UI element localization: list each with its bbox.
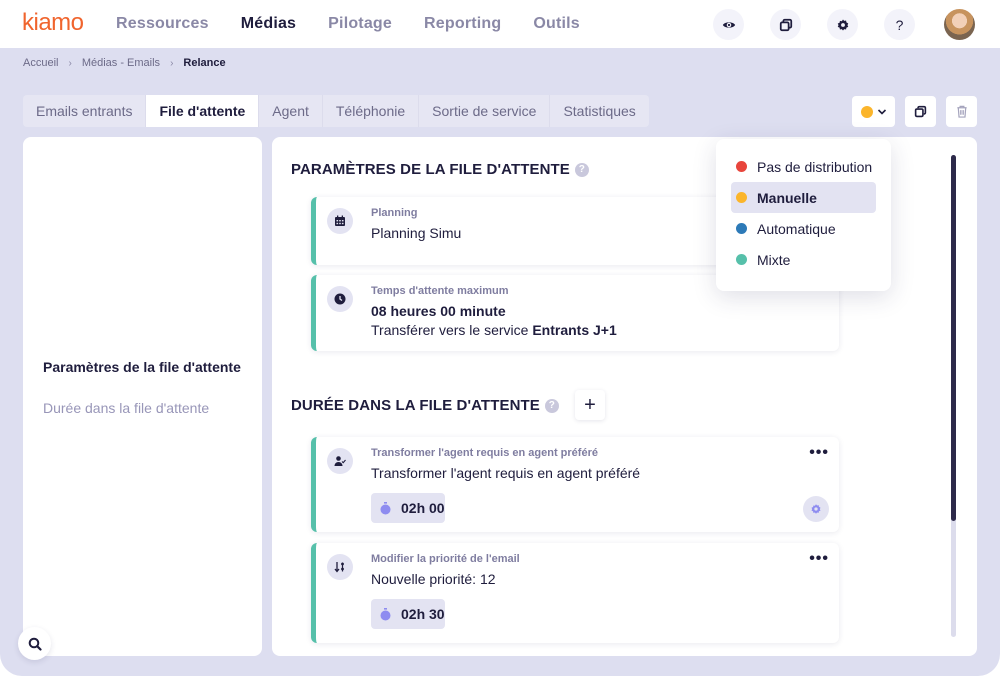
windows-button[interactable] <box>770 9 801 40</box>
tab-bar: Emails entrants File d'attente Agent Tél… <box>23 95 649 127</box>
toolbar <box>852 96 987 127</box>
menu-item-label: Automatique <box>757 220 836 237</box>
delay-value: 02h 00 <box>401 500 445 516</box>
section-title-duree: DURÉE DANS LA FILE D'ATTENTE ? <box>291 397 559 414</box>
card-value: Transformer l'agent requis en agent préf… <box>371 465 641 481</box>
card-label: Modifier la priorité de l'email <box>371 553 520 565</box>
section-title-text: DURÉE DANS LA FILE D'ATTENTE <box>291 397 540 414</box>
queue-action-card[interactable]: Transformer l'agent requis en agent préf… <box>311 437 839 532</box>
transfer-target-service: Entrants J+1 <box>532 322 617 338</box>
calendar-icon <box>327 208 353 234</box>
help-icon[interactable]: ? <box>544 398 559 413</box>
card-label: Temps d'attente maximum <box>371 285 509 297</box>
section-link-parametres[interactable]: Paramètres de la file d'attente <box>43 359 241 375</box>
menu-item-label: Mixte <box>757 251 791 268</box>
scrollbar[interactable] <box>951 155 956 637</box>
help-icon: ? <box>895 16 904 33</box>
user-check-icon <box>327 448 353 474</box>
trash-icon <box>956 105 967 118</box>
card-value: Planning Simu <box>371 225 462 241</box>
stopwatch-icon <box>380 501 391 514</box>
section-link-duree[interactable]: Durée dans la file d'attente <box>43 400 209 416</box>
breadcrumb-current: Relance <box>183 57 226 69</box>
more-options-button[interactable]: ••• <box>809 445 829 461</box>
main-nav: Ressources Médias Pilotage Reporting Out… <box>116 15 612 33</box>
status-dot-yellow <box>736 192 747 203</box>
delete-button[interactable] <box>946 96 977 127</box>
breadcrumb-home[interactable]: Accueil <box>23 57 58 69</box>
tab-statistiques[interactable]: Statistiques <box>550 95 648 127</box>
kiamo-logo[interactable]: kiamo <box>22 9 84 37</box>
breadcrumb: Accueil › Médias - Emails › Relance <box>23 57 226 69</box>
tab-agent[interactable]: Agent <box>259 95 323 127</box>
help-button[interactable]: ? <box>884 9 915 40</box>
add-action-button[interactable]: + <box>575 390 605 420</box>
delay-chip[interactable]: 02h 30 <box>371 599 445 629</box>
chevron-right-icon: › <box>170 57 174 69</box>
card-value: 08 heures 00 minute <box>371 303 506 319</box>
search-icon <box>28 637 42 651</box>
clock-icon <box>327 286 353 312</box>
tab-sortie-de-service[interactable]: Sortie de service <box>419 95 551 127</box>
menu-item-automatique[interactable]: Automatique <box>731 213 876 244</box>
nav-item-outils[interactable]: Outils <box>533 15 580 33</box>
nav-item-reporting[interactable]: Reporting <box>424 15 501 33</box>
distribution-mode-menu: Pas de distribution Manuelle Automatique… <box>716 139 891 291</box>
sort-icon <box>327 554 353 580</box>
menu-item-manuelle[interactable]: Manuelle <box>731 182 876 213</box>
preview-button[interactable] <box>713 9 744 40</box>
menu-item-label: Pas de distribution <box>757 158 873 175</box>
tab-file-d-attente[interactable]: File d'attente <box>146 95 260 127</box>
gear-icon <box>837 18 848 31</box>
chevron-down-icon <box>877 108 886 115</box>
eye-icon <box>722 21 735 28</box>
card-label: Transformer l'agent requis en agent préf… <box>371 447 598 459</box>
duplicate-button[interactable] <box>905 96 936 127</box>
chevron-right-icon: › <box>68 57 72 69</box>
transfer-prefix: Transférer vers le service <box>371 322 533 338</box>
status-dot <box>860 105 873 118</box>
nav-item-medias[interactable]: Médias <box>241 15 296 33</box>
section-title-text: PARAMÈTRES DE LA FILE D'ATTENTE <box>291 161 570 178</box>
stopwatch-icon <box>380 607 391 620</box>
windows-icon <box>779 18 792 31</box>
card-value: Nouvelle priorité: 12 <box>371 571 496 587</box>
status-dot-blue <box>736 223 747 234</box>
duplicate-icon <box>914 105 927 118</box>
transfer-text: Transférer vers le service Entrants J+1 <box>371 322 617 338</box>
distribution-status-dropdown[interactable] <box>852 96 895 127</box>
help-icon[interactable]: ? <box>574 162 589 177</box>
menu-item-pas-de-distribution[interactable]: Pas de distribution <box>731 151 876 182</box>
menu-item-label: Manuelle <box>757 189 817 206</box>
queue-action-card[interactable]: Modifier la priorité de l'email Nouvelle… <box>311 543 839 643</box>
action-settings-button[interactable] <box>803 496 829 522</box>
more-options-button[interactable]: ••• <box>809 551 829 567</box>
nav-item-ressources[interactable]: Ressources <box>116 15 209 33</box>
tab-telephonie[interactable]: Téléphonie <box>323 95 420 127</box>
nav-item-pilotage[interactable]: Pilotage <box>328 15 392 33</box>
card-label: Planning <box>371 207 418 219</box>
section-title-parametres: PARAMÈTRES DE LA FILE D'ATTENTE ? <box>291 161 589 178</box>
user-avatar[interactable] <box>944 9 975 40</box>
delay-chip[interactable]: 02h 00 <box>371 493 445 523</box>
top-icon-group: ? <box>713 9 941 40</box>
status-dot-red <box>736 161 747 172</box>
scrollbar-thumb[interactable] <box>951 155 956 522</box>
gear-icon <box>811 504 821 514</box>
settings-button[interactable] <box>827 9 858 40</box>
app-frame: kiamo Ressources Médias Pilotage Reporti… <box>0 0 1000 676</box>
status-dot-teal <box>736 254 747 265</box>
tab-emails-entrants[interactable]: Emails entrants <box>23 95 147 127</box>
search-button[interactable] <box>18 627 51 660</box>
top-navigation-bar: kiamo Ressources Médias Pilotage Reporti… <box>0 0 1000 48</box>
section-nav-panel: Paramètres de la file d'attente Durée da… <box>23 137 262 656</box>
menu-item-mixte[interactable]: Mixte <box>731 244 876 275</box>
breadcrumb-medias-emails[interactable]: Médias - Emails <box>82 57 160 69</box>
delay-value: 02h 30 <box>401 606 445 622</box>
